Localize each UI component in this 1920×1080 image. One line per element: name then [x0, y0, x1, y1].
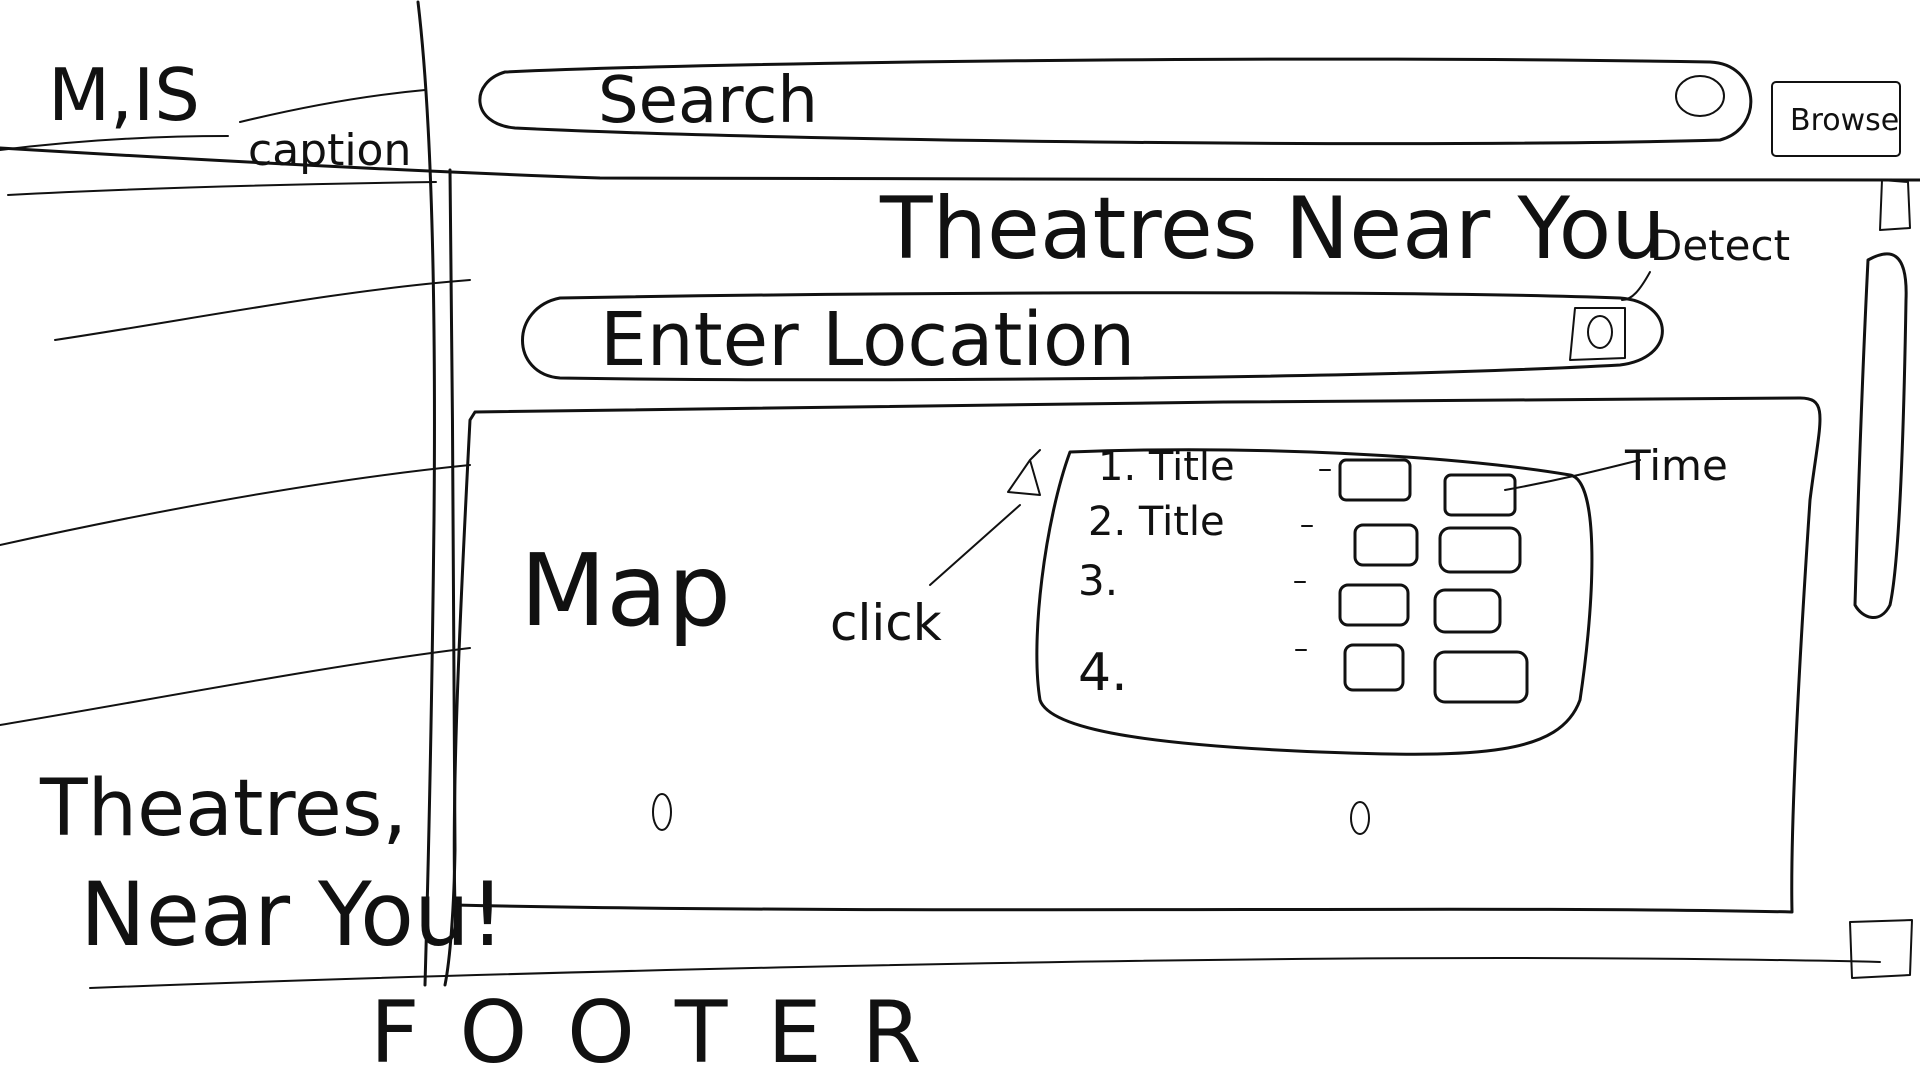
- sidebar-nav-item-3[interactable]: [0, 464, 471, 546]
- sidebar-nav-item-4[interactable]: [0, 647, 471, 726]
- cursor-icon: [1007, 449, 1041, 496]
- showtime-button[interactable]: [1433, 588, 1502, 634]
- theatre-list-row[interactable]: 2. Title: [1088, 499, 1522, 574]
- sidebar-border: [416, 0, 436, 987]
- showtime-button[interactable]: [1338, 583, 1410, 627]
- browse-button-label: Browse: [1790, 103, 1899, 138]
- click-arrow: [929, 504, 1021, 586]
- sidebar-nav-item-2[interactable]: [54, 279, 471, 341]
- showtime-button[interactable]: [1438, 526, 1522, 574]
- location-placeholder: Enter Location: [600, 297, 1135, 383]
- theatre-list-row[interactable]: 3.: [1078, 556, 1502, 634]
- map-pin-icon[interactable]: [1350, 801, 1370, 835]
- main-content: Theatres Near You Enter Location Detect …: [443, 168, 1822, 987]
- sidebar: M,IS caption Theatres, Near You!: [0, 0, 505, 987]
- search-icon[interactable]: [1675, 75, 1725, 117]
- showtime-button[interactable]: [1338, 458, 1412, 502]
- logo: M,IS: [48, 53, 200, 137]
- search-placeholder: Search: [598, 64, 818, 138]
- sidebar-tagline-line2: Near You!: [80, 863, 505, 966]
- wireframe-sketch: M,IS caption Theatres, Near You! Search …: [0, 0, 1920, 1080]
- showtime-button[interactable]: [1353, 523, 1419, 567]
- scrollbar-thumb[interactable]: [1853, 252, 1908, 619]
- showtime-button[interactable]: [1343, 643, 1405, 692]
- footer-label: FOOTER: [370, 983, 961, 1080]
- sidebar-tagline-line1: Theatres,: [39, 764, 407, 854]
- time-annotation: Time: [1624, 441, 1728, 490]
- theatre-list-row[interactable]: 4.: [1078, 643, 1529, 704]
- scroll-up-button[interactable]: [1879, 179, 1911, 231]
- sidebar-nav-item-1[interactable]: [7, 181, 437, 196]
- theatre-list-label: 3.: [1078, 556, 1118, 605]
- theatre-list-label: 1. Title: [1098, 444, 1235, 490]
- map-pin-icon[interactable]: [652, 793, 672, 831]
- map-label: Map: [520, 532, 731, 649]
- showtime-button[interactable]: [1443, 473, 1517, 517]
- theatre-list-panel: [1035, 448, 1594, 756]
- theatre-list-label: 4.: [1078, 643, 1128, 703]
- footer: FOOTER: [89, 957, 1881, 1080]
- logo-underline: [0, 135, 229, 151]
- showtime-button[interactable]: [1433, 650, 1529, 704]
- page-title: Theatres Near You: [879, 179, 1666, 279]
- detect-annotation: Detect: [1650, 221, 1790, 270]
- click-annotation: click: [830, 594, 942, 652]
- locate-icon: [1587, 315, 1613, 349]
- theatre-list-label: 2. Title: [1088, 499, 1225, 545]
- scrollbar[interactable]: [1849, 179, 1913, 979]
- scroll-down-button[interactable]: [1849, 919, 1913, 979]
- wireframe-page: M,IS caption Theatres, Near You! Search …: [0, 0, 1920, 1080]
- caption-line: [239, 89, 426, 123]
